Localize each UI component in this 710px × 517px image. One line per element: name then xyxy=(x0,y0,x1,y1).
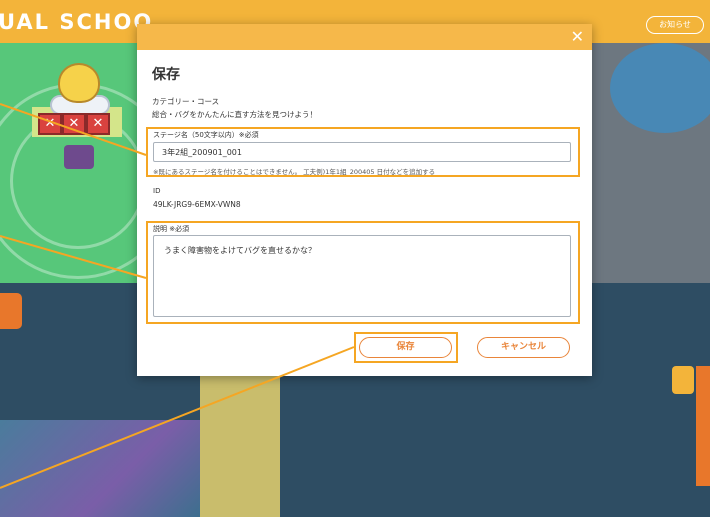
cancel-button[interactable]: キャンセル xyxy=(477,337,570,358)
right-toolbar[interactable] xyxy=(696,366,710,486)
right-panel-tab[interactable] xyxy=(672,366,694,394)
app-brand: UAL SCHOO xyxy=(0,10,154,34)
id-value: 49LK-JRG9-6EMX-VWN8 xyxy=(153,200,241,209)
stage-preview: ✕ ✕ ✕ xyxy=(0,43,150,283)
character-icon xyxy=(58,63,100,103)
category-value: 総合・バグをかんたんに直す方法を見つけよう！ xyxy=(152,110,317,119)
floor-tiles xyxy=(0,420,200,517)
category-label: カテゴリー・コース xyxy=(152,97,220,106)
stage-name-highlight xyxy=(146,127,580,177)
x-block-icon: ✕ xyxy=(38,113,62,135)
code-column xyxy=(200,375,280,517)
id-label: ID xyxy=(153,187,161,195)
x-block-icon: ✕ xyxy=(62,113,86,135)
side-tool-button[interactable] xyxy=(0,293,22,329)
save-button-highlight xyxy=(354,332,458,363)
background-decoration xyxy=(610,43,710,133)
robot-icon xyxy=(64,145,94,169)
dialog-header: ✕ xyxy=(137,24,592,50)
notice-button[interactable]: お知らせ xyxy=(646,16,704,34)
dialog-title: 保存 xyxy=(152,67,180,83)
close-icon[interactable]: ✕ xyxy=(571,27,584,47)
x-block-icon: ✕ xyxy=(86,113,110,135)
description-highlight xyxy=(146,221,580,324)
